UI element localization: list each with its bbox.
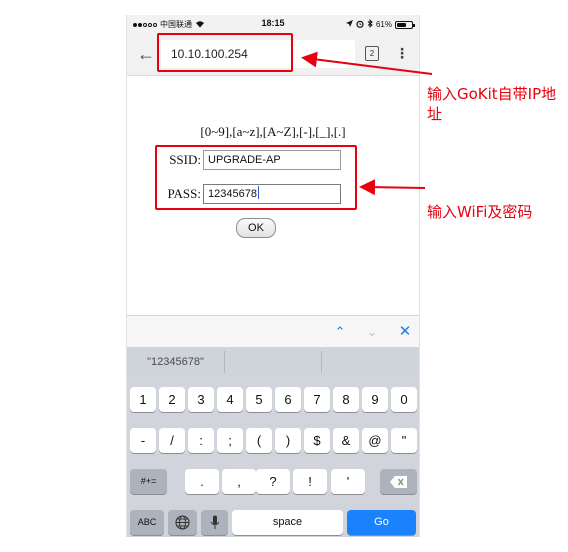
wifi-arrow-icon: [359, 179, 426, 196]
ip-arrow-icon: [301, 51, 433, 75]
annotation-arrows: [301, 51, 433, 196]
wifi-note: 输入WiFi及密码: [427, 203, 533, 221]
ip-note: 输入GoKit自带IP地址: [427, 85, 557, 123]
